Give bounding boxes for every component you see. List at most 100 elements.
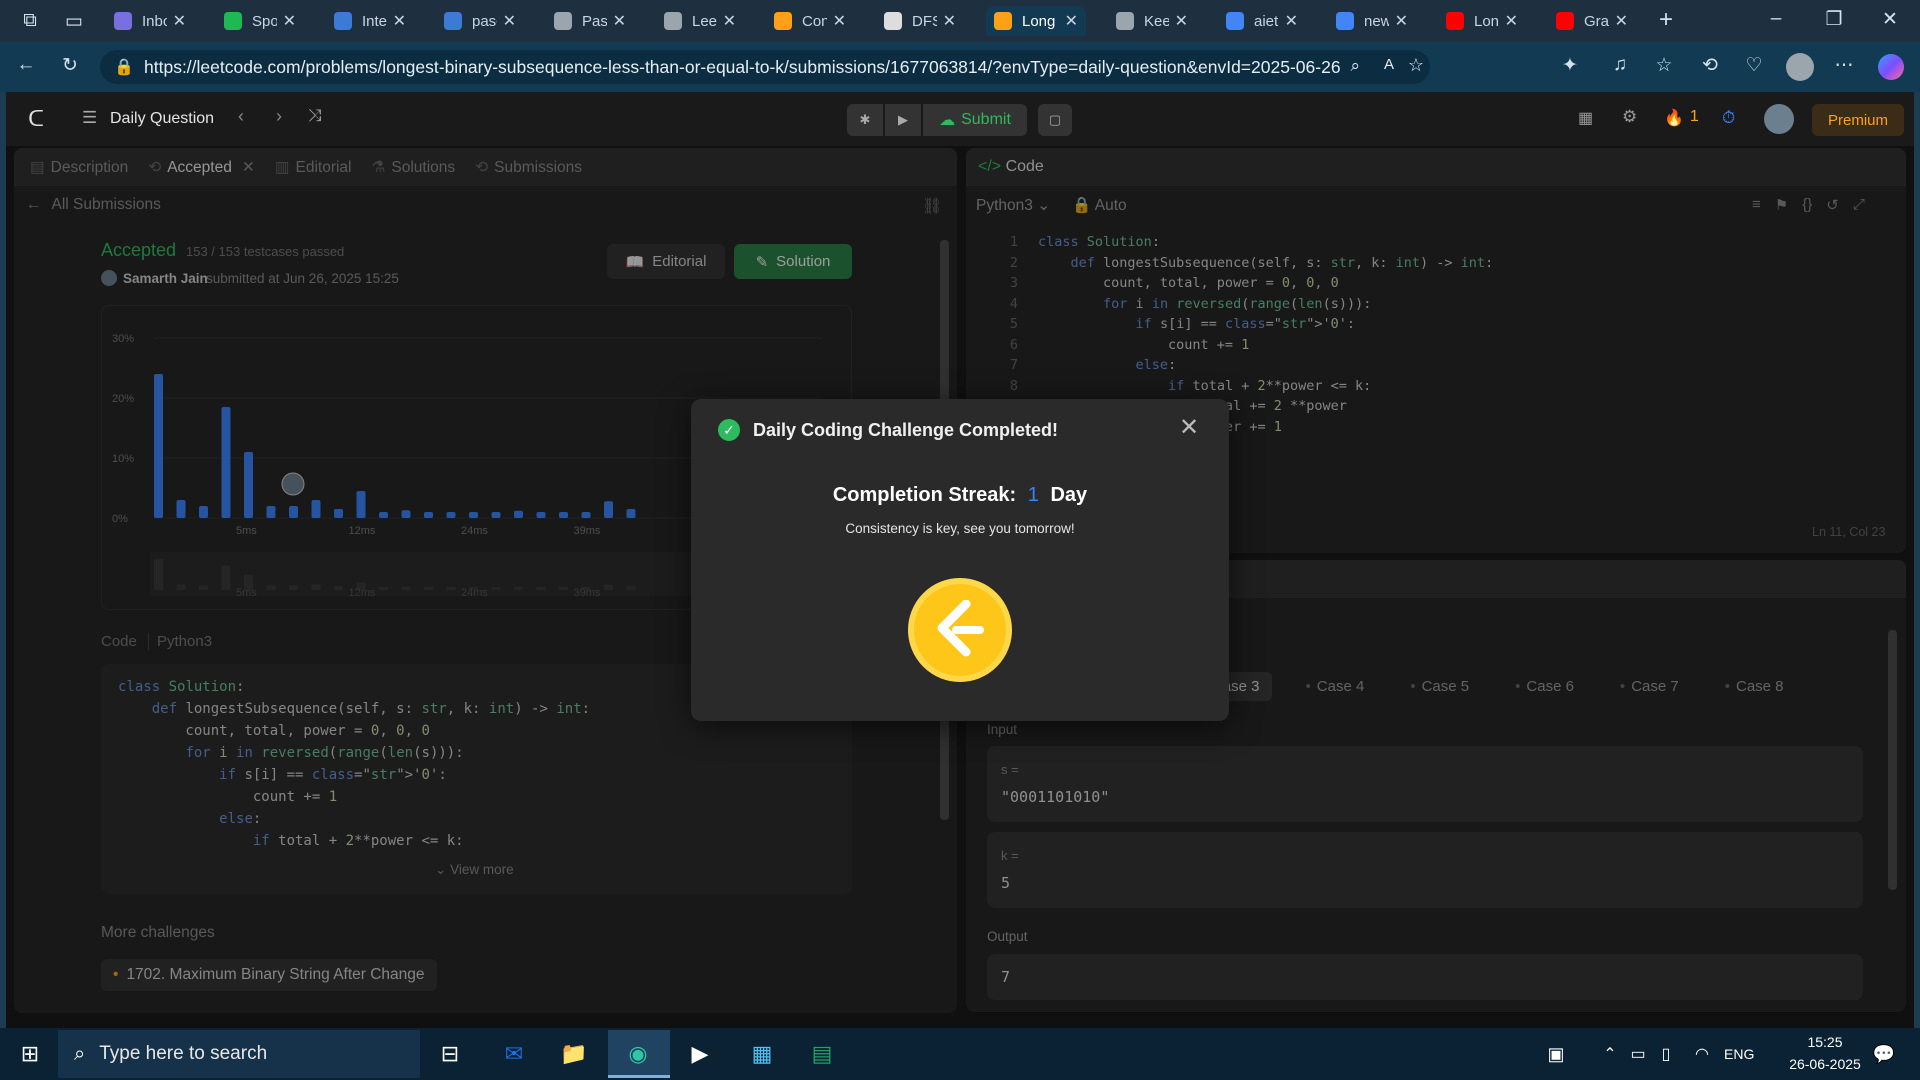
media-player-icon[interactable]: ▶ [680,1034,720,1074]
favorites-icon[interactable]: ☆ [1650,54,1678,77]
tab-favicon-icon [1556,12,1574,30]
tab-title: Leet [692,12,717,30]
tab-close-icon[interactable]: ✕ [1505,11,1518,31]
wifi-icon[interactable]: ◠ [1682,1034,1722,1074]
next-problem-icon[interactable]: › [276,106,282,127]
shuffle-icon[interactable]: ⤨ [308,106,322,126]
tab-close-icon[interactable]: ✕ [1065,11,1078,31]
excel-icon[interactable]: ▤ [802,1034,842,1074]
outlook-icon[interactable]: ✉ [494,1034,534,1074]
refresh-icon[interactable]: ↻ [56,54,84,77]
tab-title: Grap [1584,12,1609,30]
taskbar-search-box[interactable]: ⌕ Type here to search [58,1030,420,1078]
tab-title: Inbo [142,12,167,30]
streak-counter[interactable]: 🔥 1 [1664,108,1699,128]
history-icon[interactable]: ⟲ [1696,54,1724,77]
extensions-icon[interactable]: ✦ [1556,54,1584,77]
minimize-button[interactable]: – [1762,8,1790,30]
read-aloud-icon[interactable]: A [1384,56,1394,73]
browser-tab[interactable]: Long ✕ [1438,6,1526,36]
windows-start-icon[interactable]: ⊞ [10,1034,50,1074]
notifications-icon[interactable]: 💬 [1864,1034,1904,1074]
edge-icon[interactable]: ◉ [618,1034,658,1074]
tab-favicon-icon [224,12,242,30]
settings-gear-icon[interactable]: ⚙ [1622,107,1637,127]
performance-icon[interactable]: ♫ [1606,54,1634,76]
browser-tab[interactable]: Grap ✕ [1548,6,1636,36]
url-text: https://leetcode.com/problems/longest-bi… [144,56,1341,77]
close-window-button[interactable]: ✕ [1876,8,1904,31]
tab-favicon-icon [114,12,132,30]
modal-close-icon[interactable]: ✕ [1179,413,1199,442]
new-tab-button[interactable]: + [1652,6,1680,34]
streak-count: 1 [1689,108,1699,125]
leetcode-logo-mark [937,600,984,657]
clock-time[interactable]: 15:25 [1790,1034,1860,1050]
tab-actions-icon[interactable]: ▭ [60,10,88,33]
tab-title: pasc [472,12,497,30]
profile-avatar[interactable] [1786,53,1814,81]
leetcode-coin-icon [908,578,1012,682]
url-field[interactable]: 🔒 https://leetcode.com/problems/longest-… [100,50,1430,84]
browser-tab[interactable]: Spot ✕ [216,6,304,36]
browser-tab[interactable]: pasc ✕ [436,6,524,36]
streak-value: 1 [1027,484,1039,506]
run-icon[interactable]: ▶ [885,104,921,136]
tab-close-icon[interactable]: ✕ [173,11,186,31]
zoom-icon[interactable]: ⌕ [1350,56,1360,76]
browser-tab[interactable]: Long ✕ [986,6,1086,36]
tab-favicon-icon [554,12,572,30]
browser-tab[interactable]: Leet ✕ [656,6,744,36]
tab-favicon-icon [774,12,792,30]
task-view-icon[interactable]: ⊟ [430,1034,470,1074]
premium-button[interactable]: Premium [1812,104,1904,136]
browser-tab[interactable]: aiet ✕ [1218,6,1306,36]
file-explorer-icon[interactable]: 📁 [554,1034,594,1074]
tab-close-icon[interactable]: ✕ [613,11,626,31]
tab-close-icon[interactable]: ✕ [1175,11,1188,31]
more-menu-icon[interactable]: ⋯ [1830,54,1858,77]
favorite-star-icon[interactable]: ☆ [1408,55,1424,76]
back-arrow-icon[interactable]: ← [12,54,40,76]
browser-essentials-icon[interactable]: ♡ [1740,54,1768,77]
browser-tab[interactable]: Inbo ✕ [106,6,194,36]
tab-close-icon[interactable]: ✕ [1615,11,1628,31]
tab-close-icon[interactable]: ✕ [503,11,516,31]
tab-close-icon[interactable]: ✕ [943,11,956,31]
tab-favicon-icon [1226,12,1244,30]
tab-close-icon[interactable]: ✕ [833,11,846,31]
tab-close-icon[interactable]: ✕ [1395,11,1408,31]
battery-icon[interactable]: ▯ [1646,1034,1686,1074]
lock-icon: 🔒 [114,59,134,76]
streak-label: Completion Streak: [832,484,1017,506]
user-avatar[interactable] [1764,104,1794,134]
submit-button[interactable]: ☁ Submit [923,104,1027,136]
copilot-icon[interactable] [1878,54,1904,80]
news-widget-icon[interactable]: ▣ [1536,1034,1576,1074]
tab-close-icon[interactable]: ✕ [283,11,296,31]
problem-list-icon[interactable]: ☰ [82,108,97,128]
browser-tab[interactable]: DFS ✕ [876,6,964,36]
tab-favicon-icon [884,12,902,30]
layout-icon[interactable]: ▦ [1578,108,1593,128]
store-icon[interactable]: ▦ [742,1034,782,1074]
browser-tab[interactable]: new ✕ [1328,6,1416,36]
prev-problem-icon[interactable]: ‹ [238,106,244,127]
browser-tab[interactable]: Pasc ✕ [546,6,634,36]
workspaces-icon[interactable]: ⧉ [16,10,44,32]
leetcode-logo-icon[interactable]: ᑕ [28,106,44,132]
browser-tab[interactable]: Keep ✕ [1108,6,1196,36]
browser-tab[interactable]: Cont ✕ [766,6,854,36]
notes-icon[interactable]: ▢ [1038,104,1072,136]
tab-favicon-icon [1336,12,1354,30]
language-indicator[interactable]: ENG [1724,1046,1754,1062]
tab-close-icon[interactable]: ✕ [393,11,406,31]
timer-icon[interactable]: ⏱ [1722,108,1735,128]
browser-tab[interactable]: Inter ✕ [326,6,414,36]
debug-icon[interactable]: ✱ [847,104,883,136]
streak-unit: Day [1050,484,1088,506]
tab-close-icon[interactable]: ✕ [723,11,736,31]
maximize-button[interactable]: ❐ [1820,8,1848,31]
tab-close-icon[interactable]: ✕ [1285,11,1298,31]
daily-question-label[interactable]: Daily Question [110,110,214,128]
